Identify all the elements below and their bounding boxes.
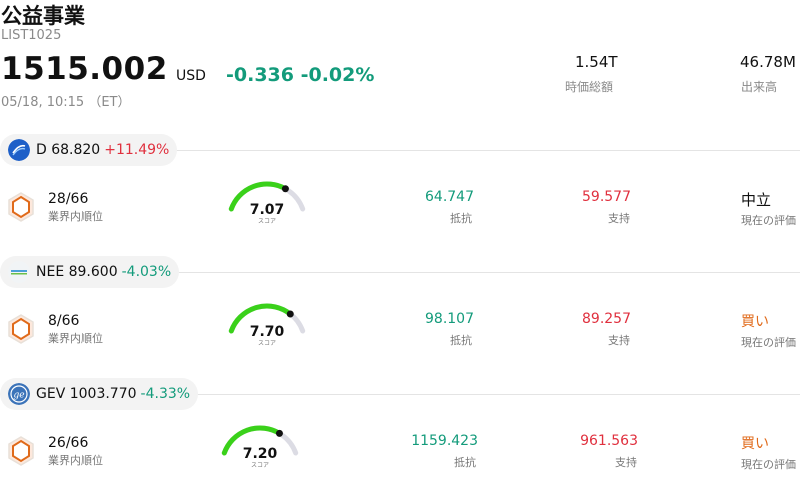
stock-change: -4.33% bbox=[140, 386, 191, 402]
industry-rank-label: 業界内順位 bbox=[48, 332, 103, 345]
score-label: スコア bbox=[251, 462, 269, 469]
list-code: LIST1025 bbox=[1, 28, 62, 43]
stock-ticker-price: NEE 89.600 bbox=[36, 264, 118, 280]
stock-pill-nee[interactable]: NEE 89.600 -4.03% bbox=[0, 256, 180, 288]
market-cap-value: 1.54T bbox=[575, 53, 618, 71]
support-label: 支持 bbox=[608, 212, 630, 225]
resistance-value: 98.107 bbox=[425, 311, 474, 327]
volume-value: 46.78M bbox=[740, 53, 796, 71]
gauge-indicator bbox=[281, 185, 289, 193]
support-label: 支持 bbox=[608, 334, 630, 347]
industry-rank-label: 業界内順位 bbox=[48, 210, 103, 223]
industry-rank-value: 8/66 bbox=[48, 313, 80, 329]
quote-time: 05/18, 10:15 （ET） bbox=[1, 95, 131, 110]
industry-rank-value: 26/66 bbox=[48, 435, 89, 451]
page-title: 公益事業 bbox=[1, 4, 85, 28]
gauge-indicator bbox=[275, 429, 283, 437]
stock-ticker-price: D 68.820 bbox=[36, 142, 101, 158]
resistance-label: 抵抗 bbox=[454, 456, 476, 469]
rating-label: 現在の評価 bbox=[741, 214, 796, 227]
rating-value: 買い bbox=[741, 436, 769, 452]
dominion-logo-icon bbox=[8, 139, 30, 161]
gauge-indicator bbox=[286, 310, 294, 318]
rank-hexagon-icon bbox=[8, 192, 34, 222]
score-gauge: 7.20 スコア bbox=[221, 425, 299, 469]
score-value: 7.20 bbox=[243, 446, 278, 462]
score-gauge: 7.07 スコア bbox=[228, 181, 306, 225]
stock-pill-d[interactable]: D 68.820 +11.49% bbox=[0, 134, 178, 166]
stock-change: +11.49% bbox=[104, 142, 170, 158]
support-value: 961.563 bbox=[580, 433, 638, 449]
score-gauge: 7.70 スコア bbox=[228, 303, 306, 347]
rating-label: 現在の評価 bbox=[741, 336, 796, 349]
resistance-label: 抵抗 bbox=[450, 212, 472, 225]
nextera-logo-icon bbox=[8, 261, 30, 283]
rating-value: 中立 bbox=[741, 191, 772, 209]
index-change: -0.336 -0.02% bbox=[226, 64, 375, 86]
resistance-value: 64.747 bbox=[425, 189, 474, 205]
ge-logo-icon: ge bbox=[8, 383, 30, 405]
currency-label: USD bbox=[176, 68, 206, 84]
stock-ticker-price: GEV 1003.770 bbox=[36, 386, 137, 402]
volume-label: 出来高 bbox=[741, 80, 778, 94]
resistance-label: 抵抗 bbox=[450, 334, 472, 347]
support-label: 支持 bbox=[615, 456, 637, 469]
stock-pill-gev[interactable]: ge GEV 1003.770 -4.33% bbox=[0, 378, 199, 410]
industry-rank-label: 業界内順位 bbox=[48, 454, 103, 467]
rating-label: 現在の評価 bbox=[741, 458, 796, 471]
score-label: スコア bbox=[258, 218, 276, 225]
support-value: 59.577 bbox=[582, 189, 631, 205]
rank-hexagon-icon bbox=[8, 436, 34, 466]
score-label: スコア bbox=[258, 340, 276, 347]
score-value: 7.70 bbox=[250, 324, 285, 340]
index-price: 1515.002 bbox=[1, 51, 168, 87]
rank-hexagon-icon bbox=[8, 314, 34, 344]
resistance-value: 1159.423 bbox=[411, 433, 478, 449]
svg-text:ge: ge bbox=[13, 391, 24, 401]
rating-value: 買い bbox=[741, 314, 769, 330]
stock-change: -4.03% bbox=[121, 264, 172, 280]
score-value: 7.07 bbox=[250, 202, 285, 218]
market-cap-label: 時価総額 bbox=[565, 80, 614, 94]
industry-rank-value: 28/66 bbox=[48, 191, 89, 207]
support-value: 89.257 bbox=[582, 311, 631, 327]
